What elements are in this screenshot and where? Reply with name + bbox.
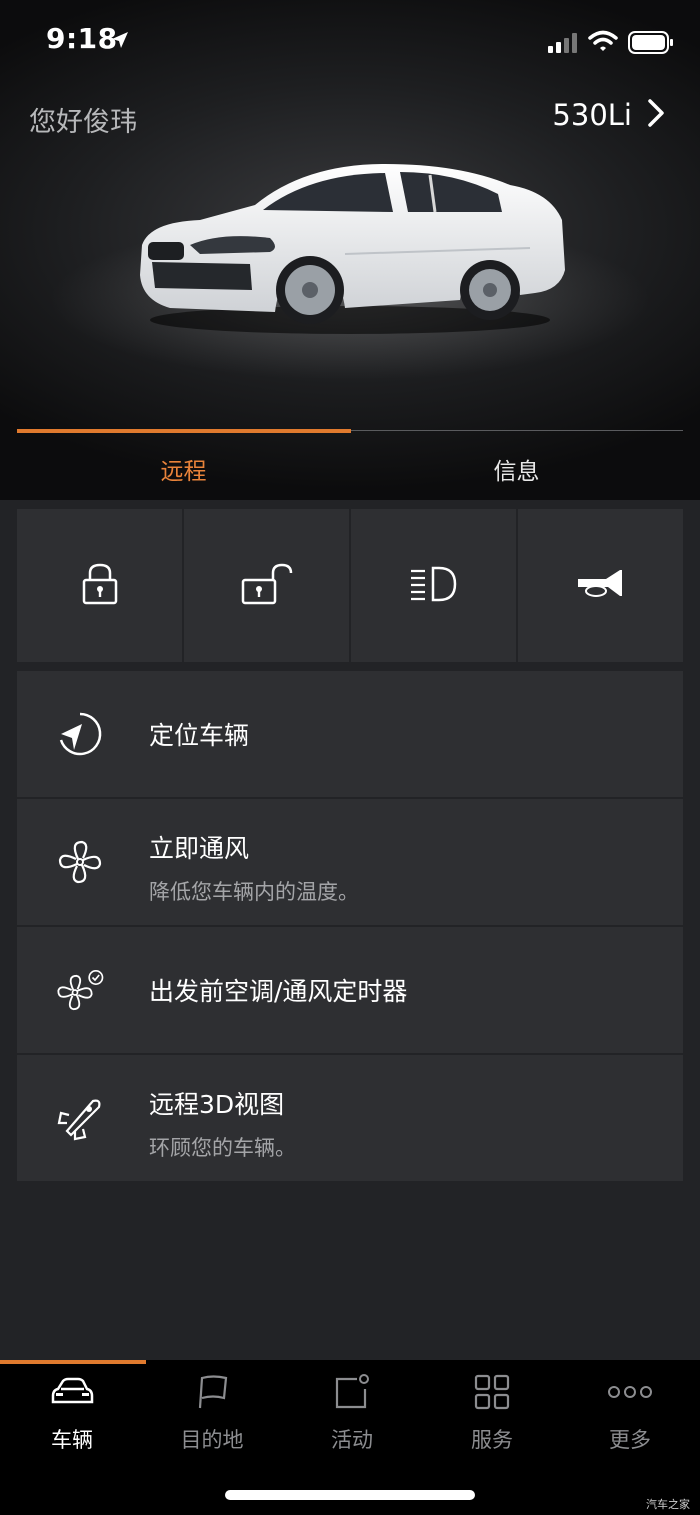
battery-icon [628, 31, 674, 59]
remote-3d-view-title: 远程3D视图 [149, 1090, 285, 1119]
nav-active-indicator [0, 1360, 146, 1364]
nav-services[interactable]: 服务 [422, 1372, 562, 1454]
climate-timer-title: 出发前空调/通风定时器 [149, 977, 408, 1006]
flag-icon [142, 1372, 282, 1412]
wifi-icon [588, 30, 618, 58]
headlight-flash-button[interactable] [351, 509, 518, 662]
instant-ventilation-subtitle: 降低您车辆内的温度。 [149, 880, 359, 904]
nav-vehicle[interactable]: 车辆 [2, 1372, 142, 1454]
grid-icon [422, 1372, 562, 1412]
locate-vehicle-title: 定位车辆 [149, 721, 250, 750]
nav-more[interactable]: 更多 [560, 1372, 700, 1454]
greeting-text: 您好俊玮 [29, 107, 137, 138]
more-dots-icon [560, 1372, 700, 1412]
horn-icon [576, 567, 626, 605]
fan-icon [55, 837, 105, 887]
nav-destinations[interactable]: 目的地 [142, 1372, 282, 1454]
status-bar: 9:18 [0, 0, 700, 86]
vehicle-image [130, 150, 570, 344]
locate-icon [55, 709, 105, 759]
watermark: 汽车之家 [646, 1498, 690, 1511]
chevron-right-icon [646, 98, 666, 132]
horn-button[interactable] [518, 509, 683, 662]
nav-more-label: 更多 [609, 1428, 651, 1452]
fan-timer-icon [55, 965, 105, 1015]
locate-vehicle-item[interactable]: 定位车辆 [17, 671, 683, 797]
remote-features-list: 定位车辆 立即通风 降低您车辆内的温度。 出发前空调/通风定时器 远程3D视图 … [17, 671, 683, 1183]
signal-icon [548, 33, 580, 57]
tab-active-indicator [17, 429, 351, 433]
headlight-icon [409, 564, 459, 608]
vehicle-model-link[interactable]: 530Li [552, 98, 666, 132]
status-time: 9:18 [46, 22, 118, 55]
remote-3d-view-subtitle: 环顾您的车辆。 [149, 1136, 296, 1160]
instant-ventilation-title: 立即通风 [149, 834, 250, 863]
car-icon [2, 1372, 142, 1412]
remote-3d-icon [55, 1093, 105, 1143]
home-indicator[interactable] [225, 1490, 475, 1500]
location-arrow-icon [110, 30, 130, 54]
nav-activity[interactable]: 活动 [282, 1372, 422, 1454]
vehicle-model-name: 530Li [552, 98, 632, 132]
instant-ventilation-item[interactable]: 立即通风 降低您车辆内的温度。 [17, 799, 683, 925]
quick-actions-grid [17, 509, 683, 662]
nav-vehicle-label: 车辆 [51, 1428, 93, 1452]
nav-activity-label: 活动 [331, 1428, 373, 1452]
nav-services-label: 服务 [471, 1428, 513, 1452]
climate-timer-item[interactable]: 出发前空调/通风定时器 [17, 927, 683, 1053]
lock-icon [80, 562, 120, 610]
remote-info-tabs: 远程 信息 [17, 429, 683, 500]
activity-icon [282, 1372, 422, 1412]
tab-info[interactable]: 信息 [350, 452, 683, 486]
nav-destinations-label: 目的地 [180, 1428, 244, 1452]
unlock-doors-button[interactable] [184, 509, 351, 662]
tab-remote[interactable]: 远程 [17, 452, 350, 486]
remote-3d-view-item[interactable]: 远程3D视图 环顾您的车辆。 [17, 1055, 683, 1181]
lock-doors-button[interactable] [17, 509, 184, 662]
unlock-icon [239, 562, 295, 610]
